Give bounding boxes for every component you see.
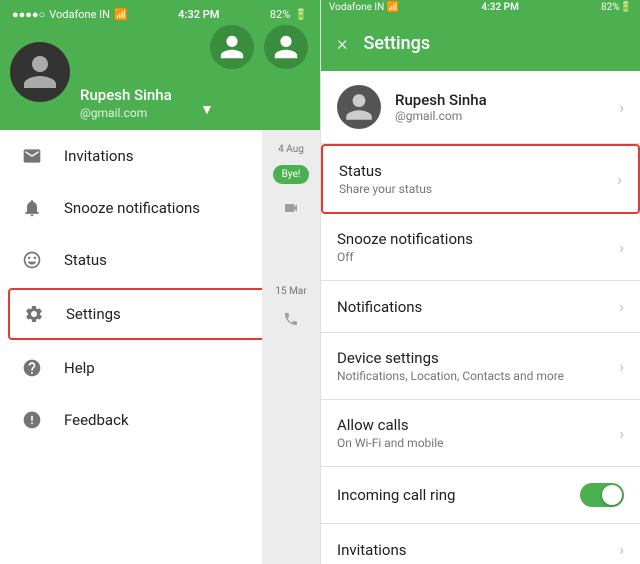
signal-dots: ●●●●○ [12, 8, 45, 21]
bye-bubble: Bye! [273, 165, 309, 184]
bell-icon [20, 196, 44, 220]
close-button[interactable]: × [337, 31, 347, 55]
left-carrier-info: ●●●●○ Vodafone IN 📶 [12, 8, 128, 21]
snooze-text: Snooze notifications Off [337, 230, 619, 264]
user-email: @gmail.com [80, 106, 147, 120]
wifi-icon: 📶 [114, 8, 128, 21]
smiley-icon [20, 248, 44, 272]
nav-label-feedback: Feedback [64, 411, 129, 429]
nav-label-snooze: Snooze notifications [64, 199, 200, 217]
settings-item-invitations[interactable]: Invitations › [321, 524, 640, 564]
user-name: Rupesh Sinha [80, 86, 172, 104]
chat-date-2: 15 Mar [273, 280, 308, 303]
call-ring-title: Incoming call ring [337, 486, 580, 504]
settings-item-device[interactable]: Device settings Notifications, Location,… [321, 333, 640, 400]
envelope-icon [20, 144, 44, 168]
main-avatar[interactable] [10, 42, 70, 102]
status-chevron: › [617, 170, 622, 189]
settings-avatar-icon [343, 91, 375, 123]
settings-header: × Settings [321, 15, 640, 71]
dropdown-arrow[interactable]: ▼ [200, 101, 214, 118]
left-status-bar: ●●●●○ Vodafone IN 📶 4:32 PM 82% 🔋 [12, 8, 308, 21]
notifications-text: Notifications [337, 298, 619, 316]
invitations-title: Invitations [337, 541, 619, 559]
device-subtitle: Notifications, Location, Contacts and mo… [337, 369, 619, 383]
calls-subtitle: On Wi-Fi and mobile [337, 436, 619, 450]
status-subtitle: Share your status [339, 182, 617, 196]
status-title: Status [339, 162, 617, 180]
call-ring-toggle[interactable] [580, 483, 624, 507]
snooze-subtitle: Off [337, 250, 619, 264]
person-icon-1 [218, 33, 246, 61]
exclamation-icon [20, 408, 44, 432]
phone-icon [283, 311, 299, 327]
right-time: 4:32 PM [481, 2, 519, 13]
settings-item-call-ring[interactable]: Incoming call ring [321, 467, 640, 524]
status-text: Status Share your status [339, 162, 617, 196]
nav-label-settings: Settings [66, 305, 121, 323]
right-panel: Vodafone IN 📶 4:32 PM 82%🔋 × Settings Ru… [320, 0, 640, 564]
battery-icon-left: 🔋 [294, 8, 308, 21]
nav-label-status: Status [64, 251, 107, 269]
settings-item-status[interactable]: Status Share your status › [321, 144, 640, 214]
left-battery-info: 82% 🔋 [270, 8, 308, 21]
nav-label-invitations: Invitations [64, 147, 133, 165]
settings-profile-row[interactable]: Rupesh Sinha @gmail.com › [321, 71, 640, 144]
settings-profile-name: Rupesh Sinha [395, 91, 619, 109]
left-carrier: Vodafone IN [49, 8, 110, 21]
left-header: ●●●●○ Vodafone IN 📶 4:32 PM 82% 🔋 Rupesh… [0, 0, 320, 130]
calls-text: Allow calls On Wi-Fi and mobile [337, 416, 619, 450]
right-battery: 82%🔋 [601, 2, 632, 13]
settings-item-notifications[interactable]: Notifications › [321, 281, 640, 333]
right-carrier: Vodafone IN 📶 [329, 2, 399, 13]
invitations-chevron: › [619, 540, 624, 559]
nav-label-help: Help [64, 359, 95, 377]
left-time: 4:32 PM [178, 8, 219, 21]
settings-profile-info: Rupesh Sinha @gmail.com [395, 91, 619, 123]
notifications-title: Notifications [337, 298, 619, 316]
right-status-bar: Vodafone IN 📶 4:32 PM 82%🔋 [321, 0, 640, 15]
chat-date-1: 4 Aug [276, 138, 306, 161]
main-avatar-icon [20, 52, 60, 92]
chat-preview-strip: 4 Aug Bye! 15 Mar [262, 130, 320, 564]
battery-pct-left: 82% [270, 8, 290, 21]
device-chevron: › [619, 357, 624, 376]
calls-chevron: › [619, 424, 624, 443]
device-title: Device settings [337, 349, 619, 367]
settings-item-calls[interactable]: Allow calls On Wi-Fi and mobile › [321, 400, 640, 467]
person-icon-2 [272, 33, 300, 61]
secondary-avatar-2[interactable] [264, 25, 308, 69]
snooze-chevron: › [619, 238, 624, 257]
secondary-avatar-1[interactable] [210, 25, 254, 69]
device-text: Device settings Notifications, Location,… [337, 349, 619, 383]
gear-icon [22, 302, 46, 326]
settings-profile-email: @gmail.com [395, 109, 619, 123]
notifications-chevron: › [619, 297, 624, 316]
question-icon [20, 356, 44, 380]
call-ring-text: Incoming call ring [337, 486, 580, 504]
settings-avatar [337, 85, 381, 129]
calls-title: Allow calls [337, 416, 619, 434]
settings-list: Rupesh Sinha @gmail.com › Status Share y… [321, 71, 640, 564]
settings-title: Settings [363, 33, 430, 54]
video-icon [283, 200, 299, 216]
snooze-title: Snooze notifications [337, 230, 619, 248]
profile-chevron: › [619, 98, 624, 117]
settings-item-snooze[interactable]: Snooze notifications Off › [321, 214, 640, 281]
wifi-icon-right: 📶 [387, 2, 399, 13]
invitations-text: Invitations [337, 541, 619, 559]
